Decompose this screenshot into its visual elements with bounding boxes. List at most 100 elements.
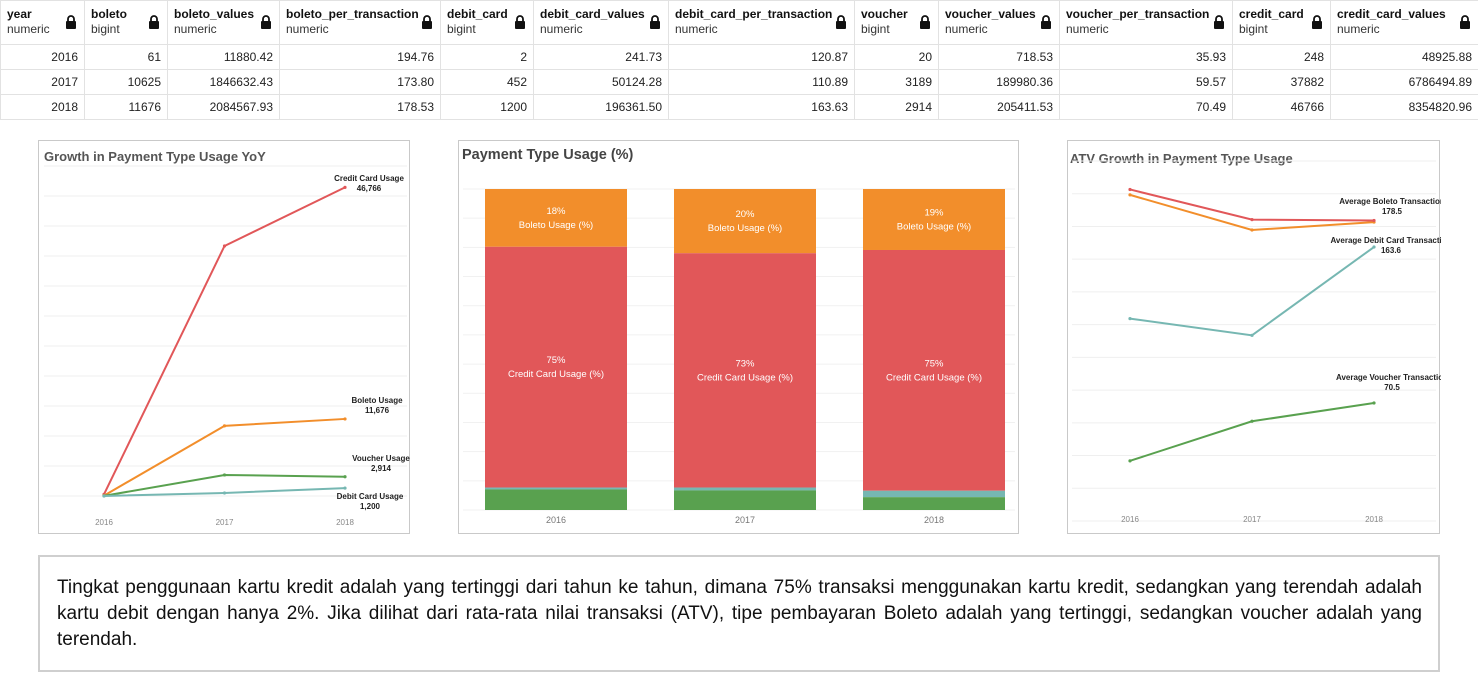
- table-cell[interactable]: 173.80: [279, 69, 441, 95]
- series-label: Credit Card Usage (%): [508, 369, 604, 380]
- table-cell[interactable]: 110.89: [668, 69, 855, 95]
- data-point: [343, 185, 347, 189]
- table-cell[interactable]: 6786494.89: [1330, 69, 1478, 95]
- series-line: [103, 186, 346, 495]
- bar-segment: [674, 253, 816, 488]
- table-cell[interactable]: 2018: [0, 94, 85, 120]
- data-label: 75%: [924, 358, 944, 369]
- table-cell[interactable]: 189980.36: [938, 69, 1060, 95]
- series-line: [1129, 401, 1375, 462]
- table-cell[interactable]: 46766: [1232, 94, 1331, 120]
- column-name: debit_card_values: [540, 7, 645, 21]
- bar-segment: [485, 246, 627, 488]
- data-point: [222, 424, 227, 428]
- table-row: 2016 61 11880.42 194.76 2 241.73 120.87 20 718.5…: [0, 44, 1478, 70]
- table-cell[interactable]: 11676: [84, 94, 168, 120]
- table-cell[interactable]: 3189: [854, 69, 939, 95]
- data-point: [1372, 245, 1376, 249]
- bar-segment: [863, 497, 1005, 510]
- x-tick-label: 2017: [1243, 515, 1261, 524]
- table-cell[interactable]: 20: [854, 44, 939, 70]
- table-cell[interactable]: 2016: [0, 44, 85, 70]
- table-cell[interactable]: 2: [440, 44, 534, 70]
- column-header[interactable]: debit_card_per_transaction numeric: [668, 0, 855, 45]
- table-cell[interactable]: 48925.88: [1330, 44, 1478, 70]
- series-label: Boleto Usage: [351, 396, 403, 405]
- summary-text: Tingkat penggunaan kartu kredit adalah y…: [38, 555, 1440, 672]
- table-cell[interactable]: 37882: [1232, 69, 1331, 95]
- data-point: [1250, 419, 1254, 423]
- table-cell[interactable]: 452: [440, 69, 534, 95]
- growth-usage-chart: 2016 2017 2018 Credit Card Usage46,766 Bolet…: [44, 165, 410, 527]
- table-cell[interactable]: 178.53: [279, 94, 441, 120]
- table-cell[interactable]: 2084567.93: [167, 94, 280, 120]
- column-name: boleto_per_transaction: [286, 7, 419, 21]
- column-header[interactable]: boleto bigint: [84, 0, 168, 45]
- table-cell[interactable]: 196361.50: [533, 94, 669, 120]
- column-header[interactable]: voucher bigint: [854, 0, 939, 45]
- table-header-row: year numeric boleto bigint boleto_values nu…: [0, 0, 1478, 45]
- column-type: numeric: [1337, 22, 1380, 36]
- data-label: 20%: [735, 209, 755, 220]
- table-cell[interactable]: 1846632.43: [167, 69, 280, 95]
- lock-icon: [261, 15, 271, 29]
- table-cell[interactable]: 163.63: [668, 94, 855, 120]
- x-tick-label: 2017: [735, 515, 755, 525]
- table-cell[interactable]: 1200: [440, 94, 534, 120]
- table-cell[interactable]: 2017: [0, 69, 85, 95]
- data-point: [1128, 459, 1132, 463]
- table-cell[interactable]: 70.49: [1059, 94, 1233, 120]
- growth-usage-chart-panel: Growth in Payment Type Usage YoY 2016 201…: [38, 140, 410, 534]
- table-cell[interactable]: 241.73: [533, 44, 669, 70]
- bar-segment: [863, 189, 1005, 250]
- series-label: Average Boleto Transaction: [1339, 197, 1441, 206]
- series-line: [103, 417, 346, 497]
- table-cell[interactable]: 59.57: [1059, 69, 1233, 95]
- table-cell[interactable]: 194.76: [279, 44, 441, 70]
- payment-share-chart-panel: Payment Type Usage (%) 18% Boleto Usage (…: [458, 140, 1019, 534]
- column-name: debit_card_per_transaction: [675, 7, 833, 21]
- data-label: 19%: [924, 207, 944, 218]
- data-point: [222, 244, 227, 248]
- table-cell[interactable]: 35.93: [1059, 44, 1233, 70]
- lock-icon: [1460, 15, 1470, 29]
- column-header[interactable]: year numeric: [0, 0, 85, 45]
- series-label: Debit Card Usage: [337, 492, 404, 501]
- table-cell[interactable]: 718.53: [938, 44, 1060, 70]
- column-type: numeric: [1066, 22, 1109, 36]
- series-line: [1129, 246, 1375, 337]
- table-cell[interactable]: 205411.53: [938, 94, 1060, 120]
- lock-icon: [515, 15, 525, 29]
- table-cell[interactable]: 50124.28: [533, 69, 669, 95]
- table-cell[interactable]: 61: [84, 44, 168, 70]
- column-header[interactable]: debit_card_values numeric: [533, 0, 669, 45]
- x-tick-label: 2018: [924, 515, 944, 525]
- x-tick-label: 2018: [1365, 515, 1383, 524]
- lock-icon: [1041, 15, 1051, 29]
- column-header[interactable]: voucher_values numeric: [938, 0, 1060, 45]
- series-label: Average Voucher Transaction: [1336, 373, 1441, 382]
- column-header[interactable]: debit_card bigint: [440, 0, 534, 45]
- column-header[interactable]: credit_card bigint: [1232, 0, 1331, 45]
- column-header[interactable]: boleto_values numeric: [167, 0, 280, 45]
- data-label: 11,676: [365, 406, 390, 415]
- x-tick-label: 2016: [1121, 515, 1139, 524]
- series-line: [1129, 193, 1375, 231]
- data-point: [1372, 218, 1376, 223]
- series-label: Credit Card Usage: [334, 174, 404, 183]
- series-label: Credit Card Usage (%): [886, 372, 982, 383]
- column-header[interactable]: voucher_per_transaction numeric: [1059, 0, 1233, 45]
- data-point: [102, 494, 106, 498]
- table-cell[interactable]: 8354820.96: [1330, 94, 1478, 120]
- column-type: numeric: [174, 22, 217, 36]
- column-header[interactable]: credit_card_values numeric: [1330, 0, 1478, 45]
- table-cell[interactable]: 248: [1232, 44, 1331, 70]
- table-cell[interactable]: 11880.42: [167, 44, 280, 70]
- column-name: voucher_values: [945, 7, 1036, 21]
- table-cell[interactable]: 10625: [84, 69, 168, 95]
- table-cell[interactable]: 120.87: [668, 44, 855, 70]
- column-name: voucher_per_transaction: [1066, 7, 1210, 21]
- data-point: [1128, 187, 1132, 192]
- table-cell[interactable]: 2914: [854, 94, 939, 120]
- column-header[interactable]: boleto_per_transaction numeric: [279, 0, 441, 45]
